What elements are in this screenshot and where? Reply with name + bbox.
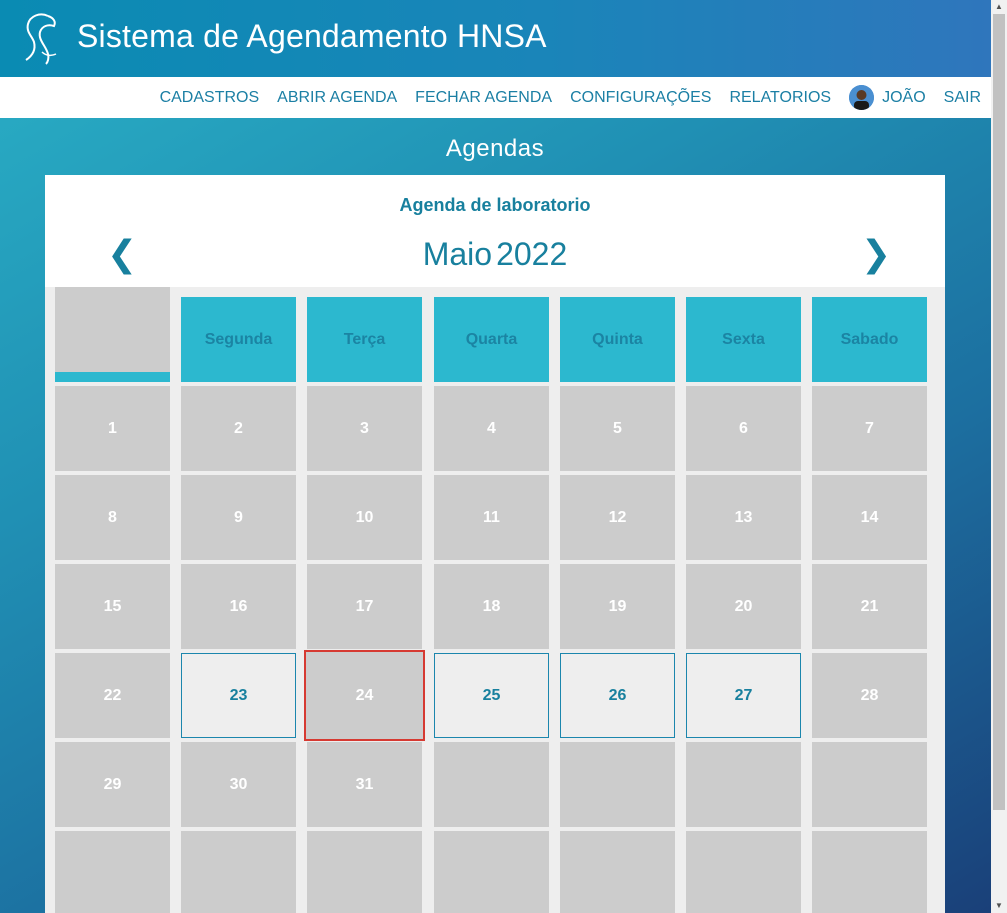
scroll-up-icon[interactable]: ▲ — [991, 0, 1007, 14]
empty-day-cell — [560, 831, 675, 913]
weekday-header: Quinta — [560, 297, 675, 382]
day-cell[interactable]: 7 — [812, 386, 927, 471]
month-year-label: Maio 2022 — [45, 234, 945, 274]
scroll-down-icon[interactable]: ▼ — [991, 899, 1007, 913]
day-cell[interactable]: 11 — [434, 475, 549, 560]
month-name: Maio — [422, 236, 493, 272]
empty-day-cell — [686, 742, 801, 827]
empty-day-cell — [812, 742, 927, 827]
user-menu[interactable]: JOÃO — [849, 85, 926, 110]
day-cell[interactable]: 10 — [307, 475, 422, 560]
day-cell[interactable]: 23 — [181, 653, 296, 738]
month-navigation: ❮ Maio 2022 ❯ — [45, 230, 945, 280]
weekday-header: Segunda — [181, 297, 296, 382]
day-cell[interactable]: 29 — [55, 742, 170, 827]
nav-abrir-agenda[interactable]: ABRIR AGENDA — [277, 89, 397, 107]
day-cell[interactable]: 21 — [812, 564, 927, 649]
empty-day-cell — [55, 831, 170, 913]
day-cell[interactable]: 12 — [560, 475, 675, 560]
day-cell[interactable]: 27 — [686, 653, 801, 738]
page-title: Agendas — [445, 135, 545, 162]
day-cell[interactable]: 4 — [434, 386, 549, 471]
weekday-header: Sabado — [812, 297, 927, 382]
app-title: Sistema de Agendamento HNSA — [77, 18, 547, 54]
day-cell[interactable]: 16 — [181, 564, 296, 649]
empty-day-cell — [307, 831, 422, 913]
nav-relatorios[interactable]: RELATORIOS — [729, 89, 831, 107]
empty-day-cell — [812, 831, 927, 913]
calendar-grid: DomingoSegundaTerçaQuartaQuintaSextaSaba… — [45, 287, 945, 913]
day-cell[interactable]: 26 — [560, 653, 675, 738]
day-cell[interactable]: 15 — [55, 564, 170, 649]
weekday-header: Quarta — [434, 297, 549, 382]
user-name: JOÃO — [882, 88, 926, 106]
day-cell[interactable]: 19 — [560, 564, 675, 649]
day-cell[interactable]: 28 — [812, 653, 927, 738]
day-cell[interactable]: 22 — [55, 653, 170, 738]
avatar — [849, 85, 875, 110]
empty-day-cell — [686, 831, 801, 913]
day-cell[interactable]: 2 — [181, 386, 296, 471]
day-cell[interactable]: 30 — [181, 742, 296, 827]
weekday-header: Terça — [307, 297, 422, 382]
vertical-scrollbar[interactable]: ▲ ▼ — [991, 0, 1007, 913]
weekday-header: Sexta — [686, 297, 801, 382]
empty-day-cell — [181, 831, 296, 913]
day-cell[interactable]: 25 — [434, 653, 549, 738]
day-cell[interactable]: 14 — [812, 475, 927, 560]
top-navbar: CADASTROS ABRIR AGENDA FECHAR AGENDA CON… — [0, 77, 991, 118]
agenda-name: Agenda de laboratorio — [399, 195, 591, 215]
empty-day-cell — [560, 742, 675, 827]
day-cell[interactable]: 31 — [307, 742, 422, 827]
day-cell[interactable]: 20 — [686, 564, 801, 649]
nav-cadastros[interactable]: CADASTROS — [160, 89, 260, 107]
day-cell[interactable]: 9 — [181, 475, 296, 560]
empty-day-cell — [434, 831, 549, 913]
day-cell[interactable]: 24 — [304, 650, 425, 741]
scroll-thumb[interactable] — [993, 14, 1005, 810]
day-cell[interactable]: 3 — [307, 386, 422, 471]
year: 2022 — [496, 236, 568, 272]
day-cell[interactable]: 13 — [686, 475, 801, 560]
logout-link[interactable]: SAIR — [944, 89, 981, 107]
day-cell[interactable]: 6 — [686, 386, 801, 471]
bird-logo-icon — [25, 13, 57, 65]
day-cell[interactable]: 17 — [307, 564, 422, 649]
nav-fechar-agenda[interactable]: FECHAR AGENDA — [415, 89, 552, 107]
empty-day-cell — [434, 742, 549, 827]
app-header: Sistema de Agendamento HNSA — [0, 0, 991, 77]
day-cell[interactable]: 5 — [560, 386, 675, 471]
day-cell[interactable]: 1 — [55, 386, 170, 471]
day-cell[interactable]: 8 — [55, 475, 170, 560]
empty-day-cell — [55, 287, 170, 372]
nav-configuracoes[interactable]: CONFIGURAÇÕES — [570, 89, 711, 107]
chevron-right-icon[interactable]: ❯ — [861, 232, 891, 276]
day-cell[interactable]: 18 — [434, 564, 549, 649]
calendar-card: Agenda de laboratorio ❮ Maio2022 ❯ Domin… — [45, 175, 945, 913]
